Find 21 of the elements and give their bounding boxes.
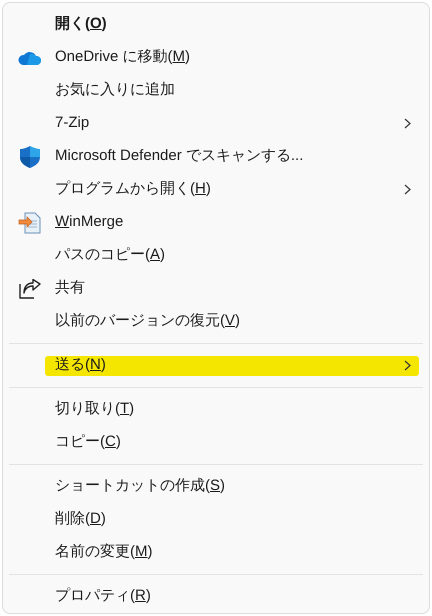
- menu-item[interactable]: 7-Zip: [3, 107, 429, 140]
- menu-item[interactable]: プロパティ(R): [3, 580, 429, 613]
- menu-item[interactable]: 以前のバージョンの復元(V): [3, 305, 429, 338]
- menu-item[interactable]: お気に入りに追加: [3, 74, 429, 107]
- shield-icon: [19, 144, 41, 168]
- menu-item[interactable]: 名前の変更(M): [3, 536, 429, 569]
- menu-item[interactable]: Microsoft Defender でスキャンする...: [3, 140, 429, 173]
- share-icon: [19, 278, 41, 298]
- menu-item[interactable]: 切り取り(T): [3, 393, 429, 426]
- menu-item[interactable]: 送る(N): [3, 349, 429, 382]
- menu-item[interactable]: 削除(D): [3, 503, 429, 536]
- menu-item[interactable]: OneDrive に移動(M): [3, 41, 429, 74]
- menu-item[interactable]: コピー(C): [3, 426, 429, 459]
- menu-item[interactable]: WinMerge: [3, 206, 429, 239]
- menu-item[interactable]: プログラムから開く(H): [3, 173, 429, 206]
- cloud-icon: [18, 50, 42, 66]
- menu-item[interactable]: 共有: [3, 272, 429, 305]
- menu-item[interactable]: 開く(O): [3, 8, 429, 41]
- document-arrow-icon: [18, 210, 42, 234]
- menu-item[interactable]: パスのコピー(A): [3, 239, 429, 272]
- menu-item[interactable]: ショートカットの作成(S): [3, 470, 429, 503]
